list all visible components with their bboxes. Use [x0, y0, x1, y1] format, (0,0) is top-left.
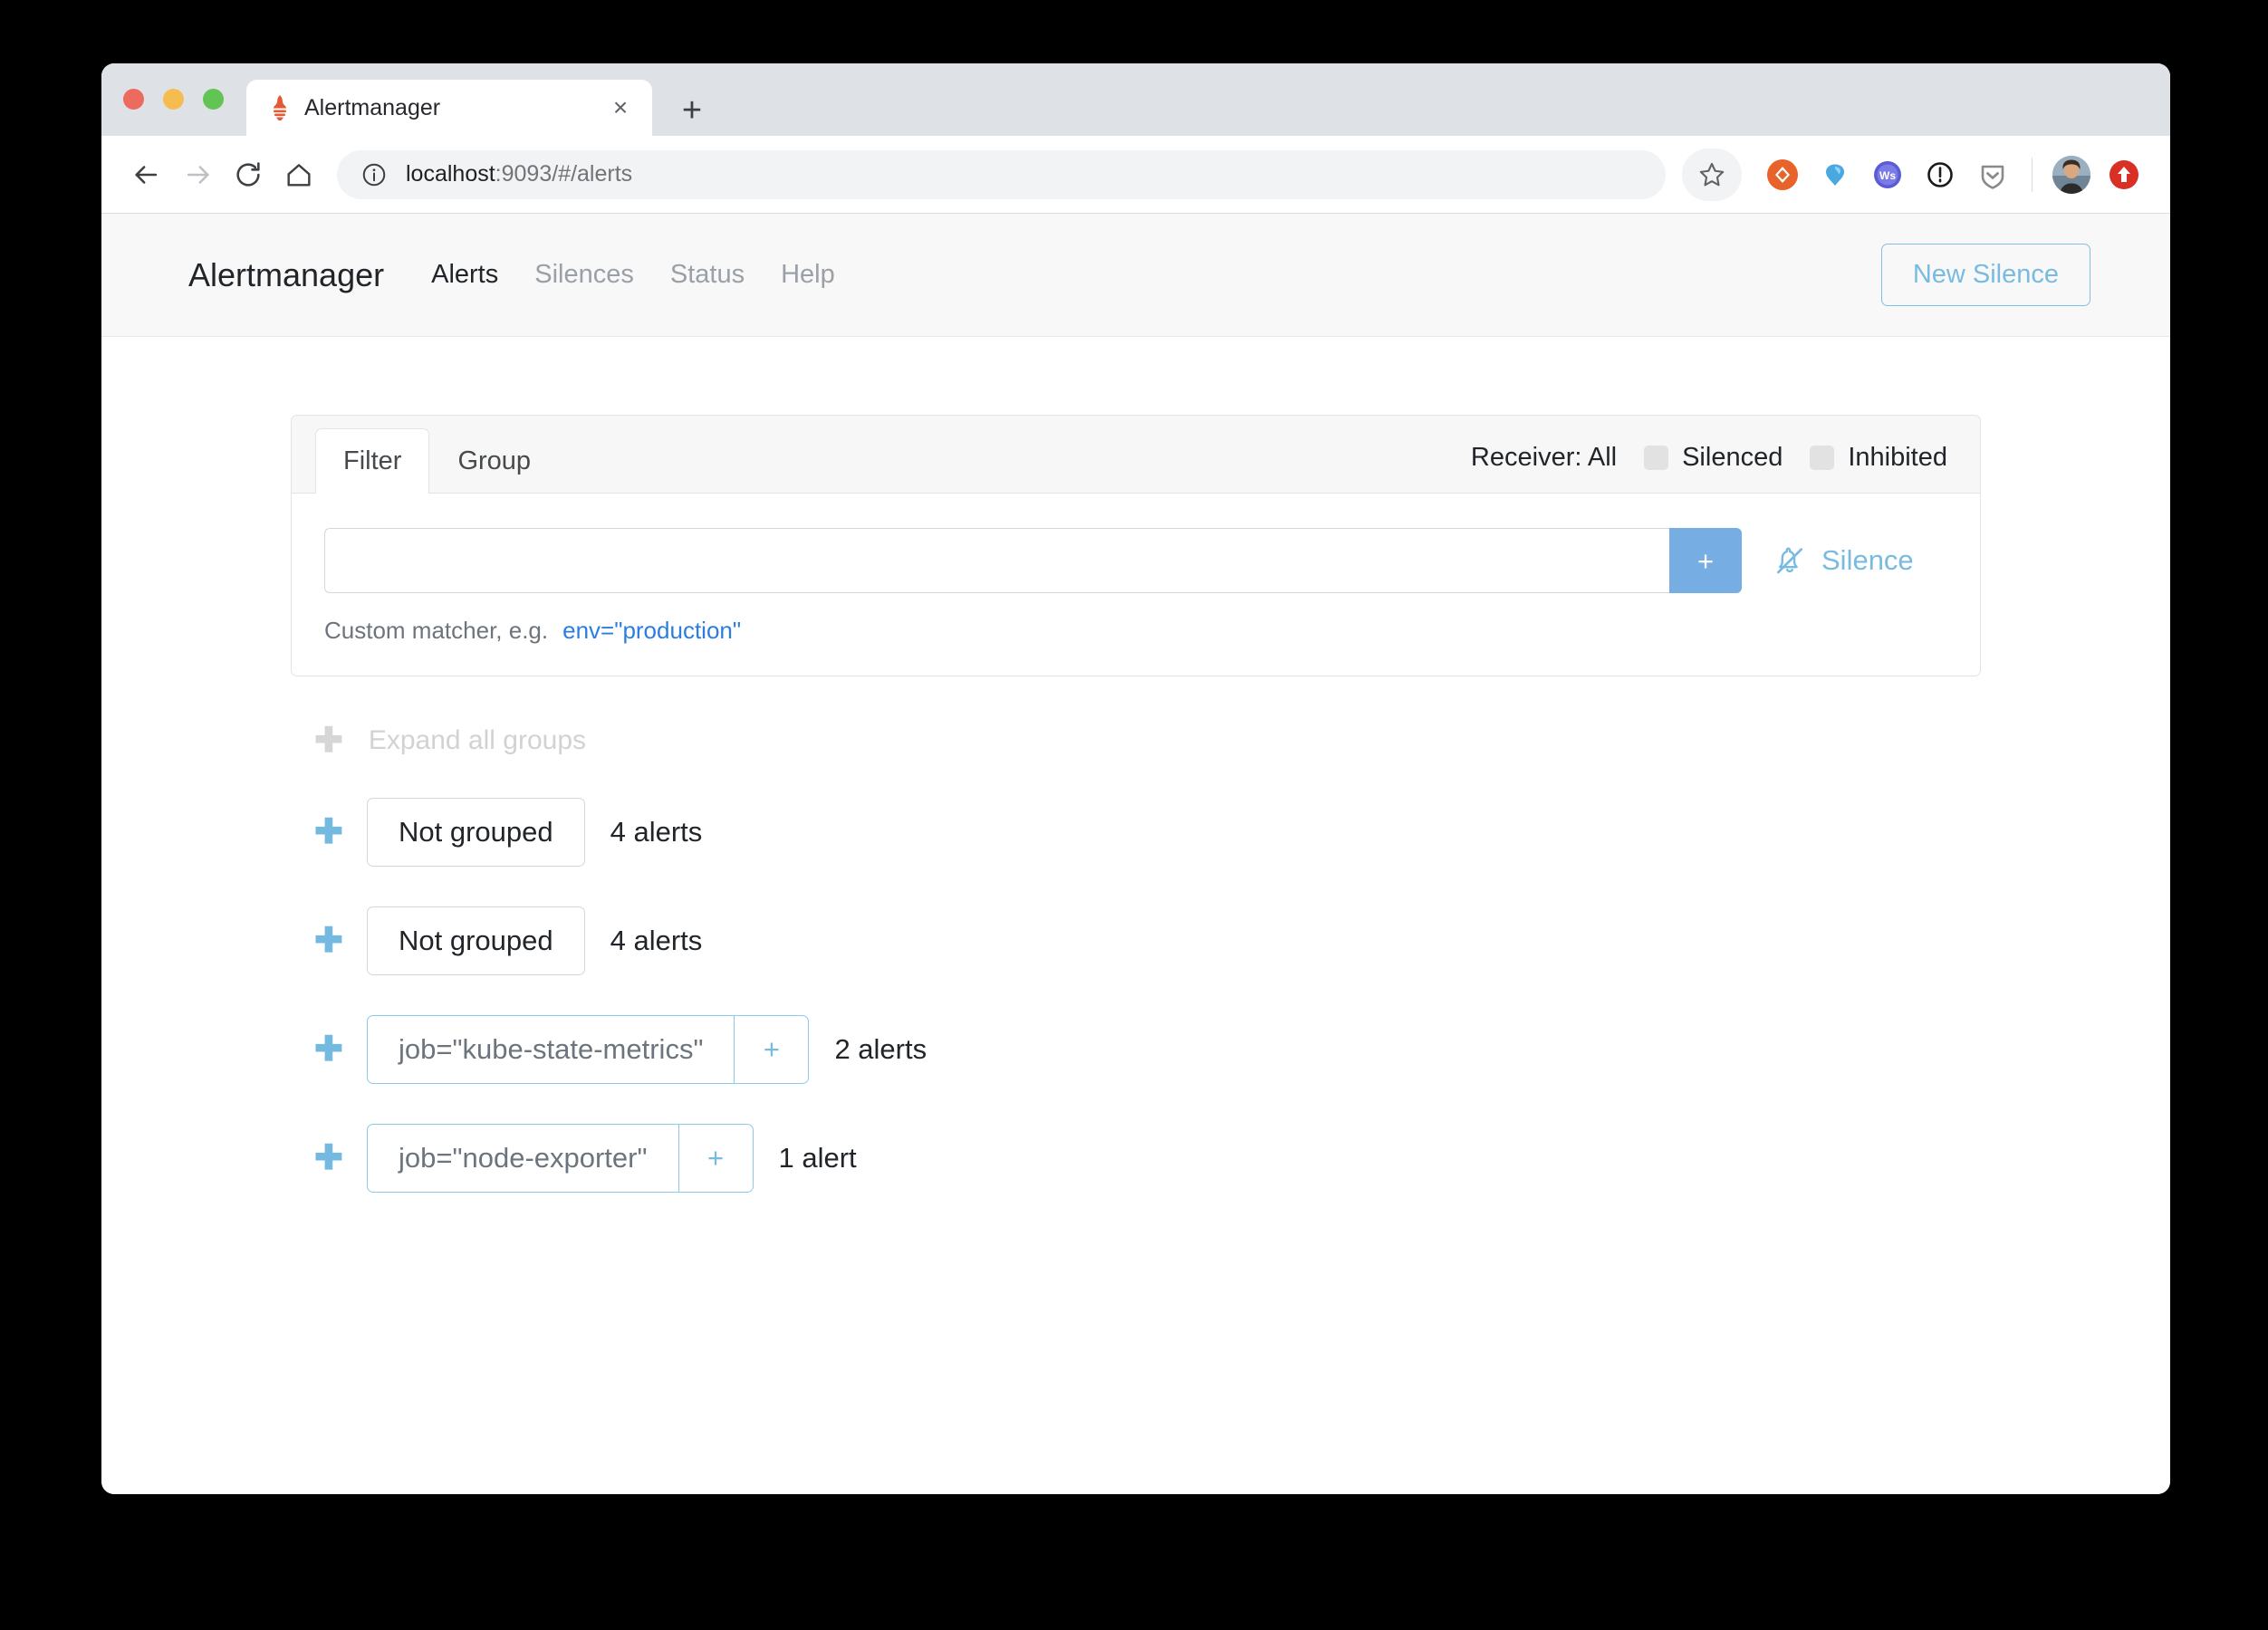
filter-card-body: + Silence Custom matcher, e.g. env="prod… [292, 494, 1980, 676]
blue-gem-extension-icon[interactable] [1809, 149, 1861, 201]
group-pill[interactable]: Not grouped [367, 798, 585, 867]
orange-diamond-extension-icon[interactable] [1756, 149, 1809, 201]
maximize-window-button[interactable] [203, 89, 224, 110]
prometheus-torch-icon [274, 95, 286, 120]
matcher-hint-prefix: Custom matcher, e.g. [324, 617, 549, 644]
app-nav-links: Alerts Silences Status Help [431, 260, 1881, 290]
expand-all-groups-label: Expand all groups [368, 725, 587, 755]
group-pill-label: Not grouped [399, 925, 553, 956]
bell-slash-icon [1776, 547, 1803, 574]
expand-all-groups-button[interactable]: ✚ Expand all groups [291, 724, 1981, 758]
alert-group-row: ✚ Not grouped 4 alerts [291, 798, 1981, 867]
alert-group-row: ✚ job="node-exporter" + 1 alert [291, 1124, 1981, 1193]
browser-titlebar: Alertmanager × + [101, 63, 2170, 136]
app-brand[interactable]: Alertmanager [188, 256, 384, 294]
alert-group-list: ✚ Expand all groups ✚ Not grouped 4 aler… [291, 724, 1981, 1193]
app-navbar: Alertmanager Alerts Silences Status Help… [101, 214, 2170, 337]
url-host: localhost [406, 161, 495, 187]
group-alert-count: 4 alerts [610, 925, 703, 956]
expand-group-icon[interactable]: ✚ [314, 924, 343, 958]
nav-link-alerts[interactable]: Alerts [431, 260, 498, 290]
ws-badge-extension-icon[interactable]: Ws [1861, 149, 1914, 201]
group-alert-count: 2 alerts [834, 1033, 927, 1065]
matcher-input[interactable] [324, 528, 1669, 593]
filter-header-controls: Receiver: All Silenced Inhibited [1471, 443, 1947, 493]
home-icon [287, 163, 311, 187]
pocket-shield-extension-icon[interactable] [1966, 149, 2019, 201]
toolbar-divider [2032, 157, 2033, 192]
alert-group-row: ✚ job="kube-state-metrics" + 2 alerts [291, 1015, 1981, 1084]
browser-window: Alertmanager × + localhost:9093/#/alerts… [101, 63, 2170, 1494]
reload-button[interactable] [223, 149, 274, 200]
inhibited-checkbox-group[interactable]: Inhibited [1810, 443, 1947, 473]
filter-tabs: Filter Group [315, 427, 559, 494]
bookmark-button[interactable] [1682, 148, 1742, 201]
silence-link-label: Silence [1821, 544, 1914, 576]
tab-title: Alertmanager [304, 94, 441, 120]
add-group-matcher-button[interactable]: + [734, 1016, 808, 1083]
address-bar[interactable]: localhost:9093/#/alerts [337, 149, 1666, 199]
back-button[interactable] [121, 149, 172, 200]
forward-arrow-icon [187, 165, 209, 184]
window-traffic-lights [123, 89, 224, 110]
reload-icon [236, 161, 260, 187]
home-button[interactable] [274, 149, 324, 200]
silenced-checkbox[interactable] [1644, 446, 1669, 470]
silenced-checkbox-group[interactable]: Silenced [1644, 443, 1783, 473]
plus-icon: ✚ [314, 722, 343, 760]
alert-group-row: ✚ Not grouped 4 alerts [291, 906, 1981, 975]
minimize-window-button[interactable] [163, 89, 184, 110]
filter-card-header: Filter Group Receiver: All Silenced Inhi… [292, 416, 1980, 494]
inhibited-checkbox[interactable] [1810, 446, 1835, 470]
forward-button[interactable] [172, 149, 223, 200]
nav-link-status[interactable]: Status [670, 260, 745, 290]
tab-filter[interactable]: Filter [315, 428, 430, 494]
expand-group-icon[interactable]: ✚ [314, 1141, 343, 1175]
new-silence-button[interactable]: New Silence [1880, 244, 2090, 306]
site-info-icon[interactable] [360, 161, 388, 188]
group-pill-label: Not grouped [399, 816, 553, 848]
browser-tab[interactable]: Alertmanager × [246, 80, 652, 136]
nav-link-silences[interactable]: Silences [534, 260, 634, 290]
add-matcher-button[interactable]: + [1669, 528, 1742, 593]
silence-link[interactable]: Silence [1773, 543, 1914, 578]
matcher-input-row: + Silence [324, 528, 1947, 593]
filter-card: Filter Group Receiver: All Silenced Inhi… [291, 415, 1981, 676]
expand-group-icon[interactable]: ✚ [314, 1032, 343, 1067]
close-tab-button[interactable]: × [605, 92, 636, 123]
group-alert-count: 1 alert [778, 1142, 857, 1174]
group-pill[interactable]: Not grouped [367, 906, 585, 975]
group-alert-count: 4 alerts [610, 816, 703, 848]
add-group-matcher-button[interactable]: + [678, 1125, 753, 1192]
url-path: :9093/#/alerts [495, 161, 633, 187]
receiver-selector[interactable]: Receiver: All [1471, 443, 1617, 473]
matcher-hint-example[interactable]: env="production" [562, 617, 741, 645]
url-text: localhost:9093/#/alerts [406, 161, 632, 187]
nav-link-help[interactable]: Help [781, 260, 835, 290]
content-container: Filter Group Receiver: All Silenced Inhi… [291, 415, 1981, 1193]
silenced-label: Silenced [1682, 443, 1783, 472]
tab-group[interactable]: Group [429, 428, 559, 494]
group-pill[interactable]: job="kube-state-metrics" + [367, 1015, 810, 1084]
close-window-button[interactable] [123, 89, 144, 110]
expand-group-icon[interactable]: ✚ [314, 815, 343, 849]
group-pill[interactable]: job="node-exporter" + [367, 1124, 754, 1193]
main-content: Filter Group Receiver: All Silenced Inhi… [101, 337, 2170, 1193]
back-arrow-icon [135, 165, 158, 184]
new-tab-button[interactable]: + [674, 92, 710, 129]
svg-text:Ws: Ws [1879, 169, 1896, 182]
browser-toolbar: localhost:9093/#/alerts Ws [101, 136, 2170, 214]
page-content: Alertmanager Alerts Silences Status Help… [101, 214, 2170, 1494]
bookmark-star-icon [1699, 162, 1725, 186]
avatar[interactable] [2045, 149, 2098, 201]
matcher-hint: Custom matcher, e.g. env="production" [324, 617, 1947, 645]
red-up-arrow-icon[interactable] [2098, 149, 2150, 201]
group-pill-label: job="kube-state-metrics" [399, 1033, 704, 1065]
inhibited-label: Inhibited [1848, 443, 1947, 472]
onepassword-extension-icon[interactable] [1914, 149, 1966, 201]
group-pill-label: job="node-exporter" [399, 1142, 648, 1174]
toolbar-icon-group: Ws [1682, 148, 2150, 201]
